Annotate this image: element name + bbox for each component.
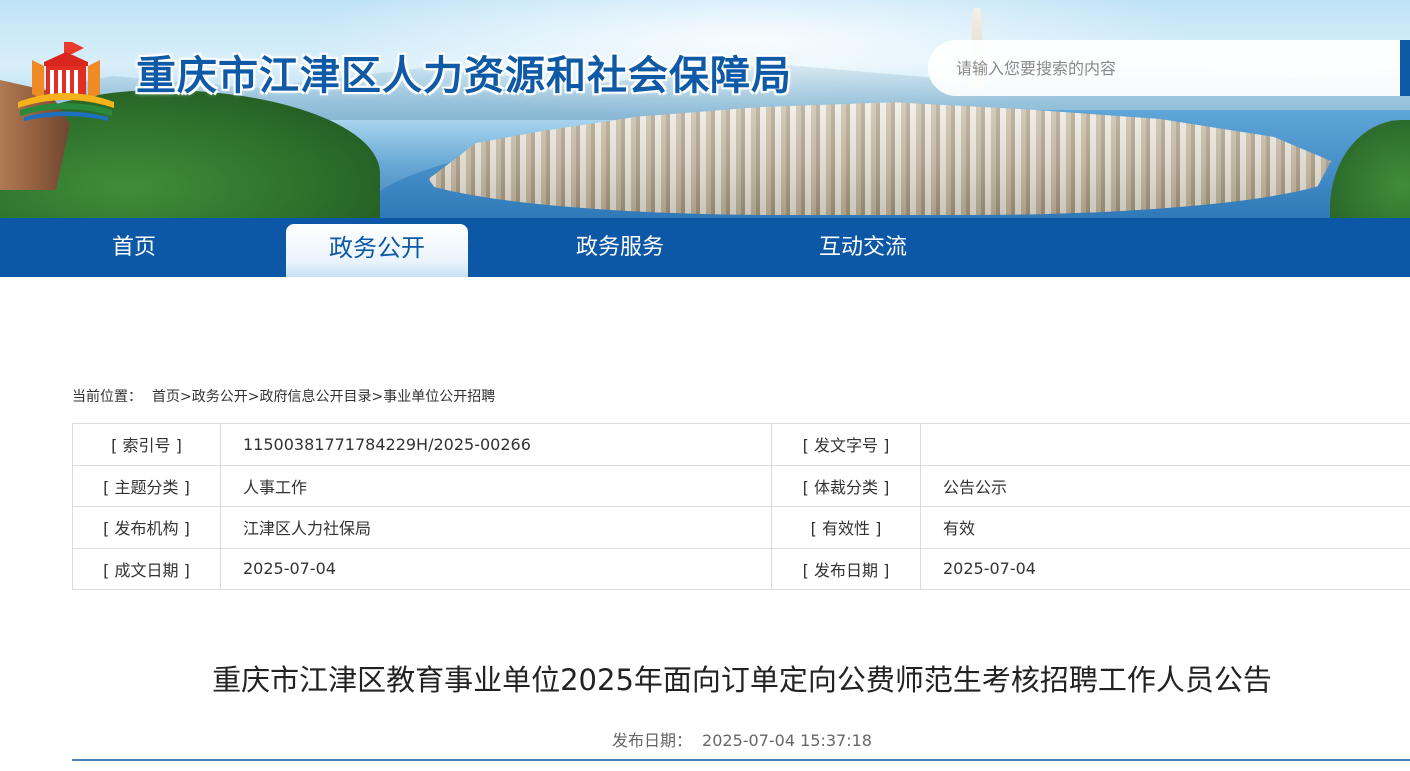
breadcrumb-gov-affairs[interactable]: 政务公开: [192, 389, 248, 405]
nav-item-gov-services[interactable]: 政务服务: [548, 218, 692, 277]
info-key-publish-date: [ 发布日期 ]: [771, 547, 921, 590]
table-row: [ 主题分类 ] 人事工作 [ 体裁分类 ] 公告公示: [72, 464, 1410, 507]
info-key-creation-date: [ 成文日期 ]: [72, 547, 221, 590]
info-key-document-number: [ 发文字号 ]: [771, 423, 921, 466]
site-title[interactable]: 重庆市江津区人力资源和社会保障局: [136, 46, 792, 106]
header-banner: 重庆市江津区人力资源和社会保障局: [0, 0, 1410, 218]
breadcrumb: 当前位置： 首页>政务公开>政府信息公开目录>事业单位公开招聘: [72, 386, 495, 408]
info-value-publisher: 江津区人力社保局: [220, 506, 772, 549]
search-button[interactable]: [1400, 40, 1410, 96]
search-input[interactable]: [956, 48, 1376, 88]
breadcrumb-separator: >: [247, 389, 260, 405]
publish-date-label: 发布日期：: [612, 731, 693, 750]
table-row: [ 成文日期 ] 2025-07-04 [ 发布日期 ] 2025-07-04: [72, 547, 1410, 590]
search-box: [928, 40, 1400, 96]
table-row: [ 索引号 ] 11500381771784229H/2025-00266 [ …: [72, 423, 1410, 466]
article-title: 重庆市江津区教育事业单位2025年面向订单定向公费师范生考核招聘工作人员公告: [212, 663, 1272, 697]
site-logo-icon[interactable]: [14, 40, 118, 122]
info-value-genre: 公告公示: [920, 464, 1410, 507]
publish-line: 发布日期： 2025-07-04 15:37:18: [72, 730, 1410, 752]
article-divider: [72, 759, 1410, 761]
info-key-validity: [ 有效性 ]: [771, 506, 921, 549]
info-value-topic: 人事工作: [220, 464, 772, 507]
nav-item-home[interactable]: 首页: [73, 218, 195, 277]
info-value-creation-date: 2025-07-04: [220, 547, 772, 590]
table-row: [ 发布机构 ] 江津区人力社保局 [ 有效性 ] 有效: [72, 506, 1410, 549]
info-value-publish-date: 2025-07-04: [920, 547, 1410, 590]
breadcrumb-home[interactable]: 首页: [152, 389, 180, 405]
nav-item-gov-affairs[interactable]: 政务公开: [286, 224, 468, 277]
breadcrumb-label: 当前位置：: [72, 389, 142, 405]
info-key-topic: [ 主题分类 ]: [72, 464, 221, 507]
publish-datetime: 2025-07-04 15:37:18: [702, 731, 872, 750]
breadcrumb-separator: >: [371, 389, 384, 405]
nav-item-interaction[interactable]: 互动交流: [791, 218, 935, 277]
info-key-genre: [ 体裁分类 ]: [771, 464, 921, 507]
info-value-validity: 有效: [920, 506, 1410, 549]
info-key-publisher: [ 发布机构 ]: [72, 506, 221, 549]
info-value-index-number: 11500381771784229H/2025-00266: [220, 423, 772, 466]
breadcrumb-info-catalog[interactable]: 政府信息公开目录: [259, 389, 371, 405]
breadcrumb-separator: >: [180, 389, 192, 405]
info-value-document-number: [920, 423, 1410, 466]
breadcrumb-recruitment[interactable]: 事业单位公开招聘: [383, 389, 495, 405]
document-info-table: [ 索引号 ] 11500381771784229H/2025-00266 [ …: [72, 423, 1410, 590]
info-key-index-number: [ 索引号 ]: [72, 423, 221, 466]
main-nav: 首页 政务公开 政务服务 互动交流: [0, 218, 1410, 277]
